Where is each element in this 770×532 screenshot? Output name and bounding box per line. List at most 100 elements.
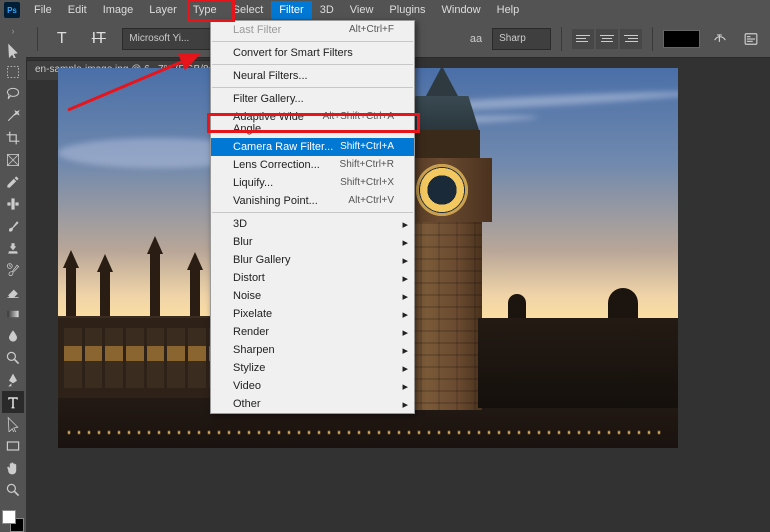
marquee-tool[interactable] bbox=[2, 61, 24, 83]
menu-item-label: Lens Correction... bbox=[233, 159, 320, 171]
menu-item-video[interactable]: Video ▸ bbox=[211, 377, 414, 395]
text-color-swatch[interactable] bbox=[663, 30, 700, 48]
gradient-tool[interactable] bbox=[2, 303, 24, 325]
menu-item-label: Blur bbox=[233, 236, 253, 248]
menu-help[interactable]: Help bbox=[489, 1, 528, 19]
filter-menu-dropdown: Last FilterAlt+Ctrl+F Convert for Smart F… bbox=[210, 20, 415, 414]
menu-item-last-filter: Last FilterAlt+Ctrl+F bbox=[211, 21, 414, 39]
menu-item-shortcut: Shift+Ctrl+X bbox=[340, 177, 394, 189]
zoom-tool[interactable] bbox=[2, 479, 24, 501]
menu-item-label: 3D bbox=[233, 218, 247, 230]
menu-item-pixelate[interactable]: Pixelate▸ bbox=[211, 305, 414, 323]
align-right-button[interactable] bbox=[620, 29, 642, 49]
menu-edit[interactable]: Edit bbox=[60, 1, 95, 19]
type-tool[interactable] bbox=[2, 391, 24, 413]
path-select-tool[interactable] bbox=[2, 413, 24, 435]
antialias-dropdown[interactable]: Sharp bbox=[492, 28, 551, 50]
blur-tool[interactable] bbox=[2, 325, 24, 347]
healing-brush-tool[interactable] bbox=[2, 193, 24, 215]
menu-item-label: Render bbox=[233, 326, 269, 338]
submenu-arrow-icon: ▸ bbox=[402, 362, 408, 375]
crop-tool[interactable] bbox=[2, 127, 24, 149]
menu-item-distort[interactable]: Distort▸ bbox=[211, 269, 414, 287]
pen-tool[interactable] bbox=[2, 369, 24, 391]
tools-panel: › bbox=[0, 20, 26, 532]
align-center-button[interactable] bbox=[596, 29, 618, 49]
clone-stamp-tool[interactable] bbox=[2, 237, 24, 259]
menu-window[interactable]: Window bbox=[434, 1, 489, 19]
toolbar-toggle[interactable]: › bbox=[3, 26, 23, 36]
warp-text-button[interactable] bbox=[710, 29, 731, 49]
antialias-label: aa bbox=[470, 33, 482, 45]
lasso-tool[interactable] bbox=[2, 83, 24, 105]
orientation-toggle[interactable]: IT bbox=[85, 28, 112, 50]
menu-item-label: Video bbox=[233, 380, 261, 392]
menu-item-label: Camera Raw Filter... bbox=[233, 141, 333, 153]
menu-image[interactable]: Image bbox=[95, 1, 142, 19]
history-brush-tool[interactable] bbox=[2, 259, 24, 281]
character-panel-button[interactable] bbox=[741, 29, 762, 49]
foreground-color[interactable] bbox=[2, 510, 16, 524]
menu-separator bbox=[212, 212, 413, 213]
menu-item-label: Stylize bbox=[233, 362, 265, 374]
menu-item-render[interactable]: Render▸ bbox=[211, 323, 414, 341]
menu-item-filter-gallery[interactable]: Filter Gallery... bbox=[211, 90, 414, 108]
submenu-arrow-icon: ▸ bbox=[402, 344, 408, 357]
menu-type[interactable]: Type bbox=[185, 1, 225, 19]
eyedropper-tool[interactable] bbox=[2, 171, 24, 193]
menu-item-convert-for-smart-filters[interactable]: Convert for Smart Filters bbox=[211, 44, 414, 62]
menu-item-blur-gallery[interactable]: Blur Gallery ▸ bbox=[211, 251, 414, 269]
menu-item-label: Noise bbox=[233, 290, 261, 302]
menu-separator bbox=[212, 64, 413, 65]
move-tool[interactable] bbox=[2, 39, 24, 61]
menu-item-shortcut: Alt+Shift+Ctrl+A bbox=[323, 111, 394, 135]
menu-item-shortcut: Shift+Ctrl+R bbox=[340, 159, 394, 171]
menu-item-sharpen[interactable]: Sharpen ▸ bbox=[211, 341, 414, 359]
menu-item-adaptive-wide-angle[interactable]: Adaptive Wide Angle...Alt+Shift+Ctrl+A bbox=[211, 108, 414, 138]
menu-item-vanishing-point[interactable]: Vanishing Point...Alt+Ctrl+V bbox=[211, 192, 414, 210]
submenu-arrow-icon: ▸ bbox=[402, 290, 408, 303]
menu-item-3d[interactable]: 3D▸ bbox=[211, 215, 414, 233]
menu-bar: Ps FileEditImageLayerTypeSelectFilter3DV… bbox=[0, 0, 770, 20]
menu-item-lens-correction[interactable]: Lens Correction... Shift+Ctrl+R bbox=[211, 156, 414, 174]
menu-item-other[interactable]: Other ▸ bbox=[211, 395, 414, 413]
menu-3d[interactable]: 3D bbox=[312, 1, 342, 19]
rectangle-tool[interactable] bbox=[2, 435, 24, 457]
menu-view[interactable]: View bbox=[342, 1, 382, 19]
menu-file[interactable]: File bbox=[26, 1, 60, 19]
menu-layer[interactable]: Layer bbox=[141, 1, 185, 19]
color-swatches[interactable] bbox=[2, 510, 24, 532]
menu-filter[interactable]: Filter bbox=[271, 1, 311, 19]
menu-item-stylize[interactable]: Stylize ▸ bbox=[211, 359, 414, 377]
menu-select[interactable]: Select bbox=[225, 1, 272, 19]
frame-tool[interactable] bbox=[2, 149, 24, 171]
submenu-arrow-icon: ▸ bbox=[402, 398, 408, 411]
menu-item-label: Other bbox=[233, 398, 261, 410]
menu-item-label: Blur Gallery bbox=[233, 254, 290, 266]
type-tool-indicator: T bbox=[48, 28, 75, 50]
eraser-tool[interactable] bbox=[2, 281, 24, 303]
align-left-button[interactable] bbox=[572, 29, 594, 49]
menu-item-blur[interactable]: Blur ▸ bbox=[211, 233, 414, 251]
menu-item-label: Distort bbox=[233, 272, 265, 284]
text-align-group bbox=[572, 29, 642, 49]
submenu-arrow-icon: ▸ bbox=[402, 380, 408, 393]
font-family-dropdown[interactable]: Microsoft Yi... bbox=[122, 28, 215, 50]
menu-item-neural-filters[interactable]: Neural Filters... bbox=[211, 67, 414, 85]
brush-tool[interactable] bbox=[2, 215, 24, 237]
menu-item-liquify[interactable]: Liquify... Shift+Ctrl+X bbox=[211, 174, 414, 192]
menu-item-label: Neural Filters... bbox=[233, 70, 308, 82]
dodge-tool[interactable] bbox=[2, 347, 24, 369]
menu-item-label: Sharpen bbox=[233, 344, 275, 356]
menu-plugins[interactable]: Plugins bbox=[381, 1, 433, 19]
menu-item-camera-raw-filter[interactable]: Camera Raw Filter...Shift+Ctrl+A bbox=[211, 138, 414, 156]
menu-item-noise[interactable]: Noise ▸ bbox=[211, 287, 414, 305]
menu-separator bbox=[212, 41, 413, 42]
submenu-arrow-icon: ▸ bbox=[402, 254, 408, 267]
submenu-arrow-icon: ▸ bbox=[402, 236, 408, 249]
menu-item-label: Liquify... bbox=[233, 177, 273, 189]
hand-tool[interactable] bbox=[2, 457, 24, 479]
menu-item-label: Convert for Smart Filters bbox=[233, 47, 353, 59]
magic-wand-tool[interactable] bbox=[2, 105, 24, 127]
app-icon: Ps bbox=[4, 2, 20, 18]
